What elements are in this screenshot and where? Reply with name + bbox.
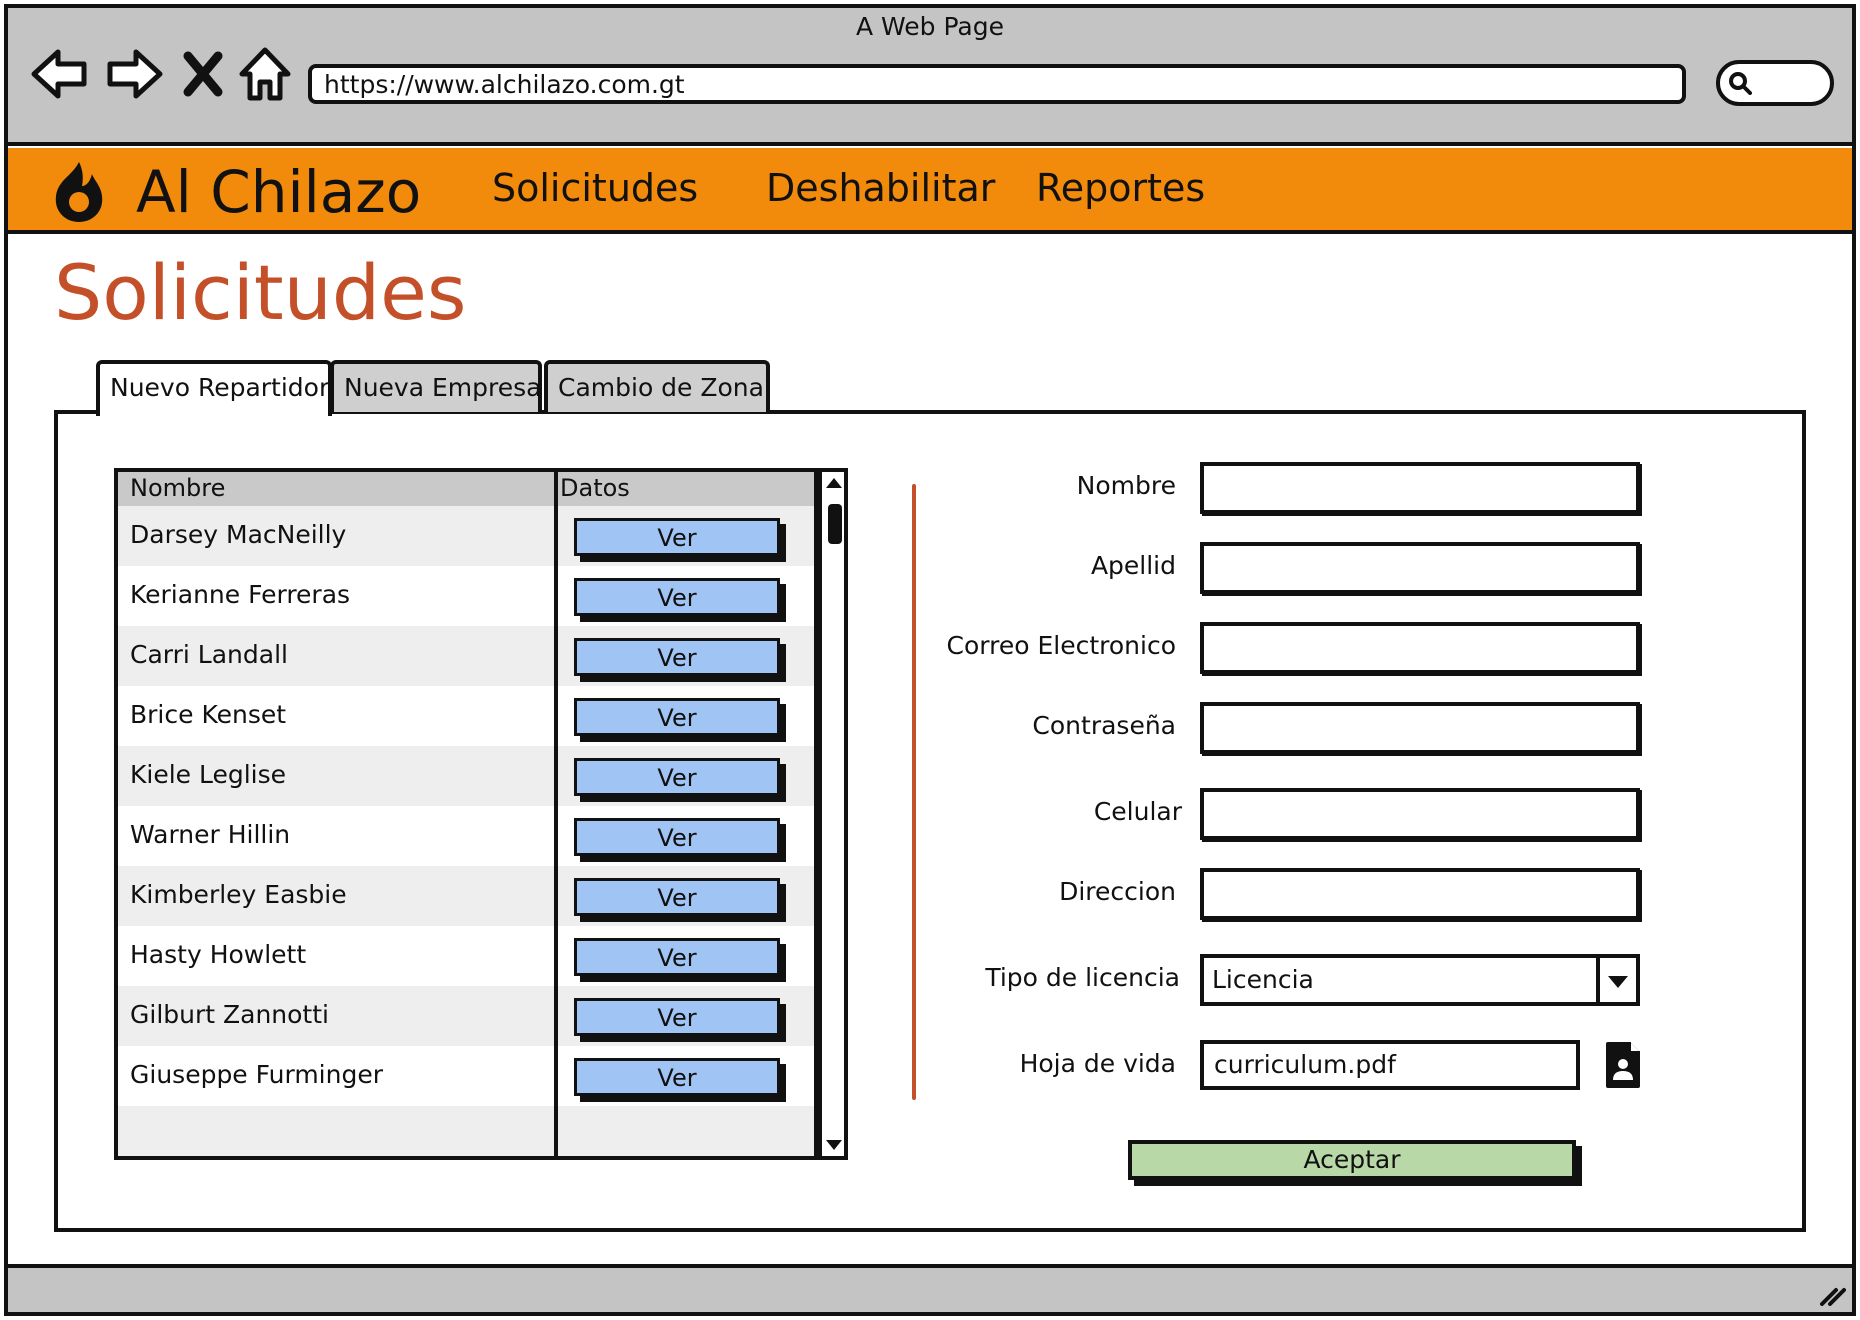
- label-nombre: Nombre: [1076, 471, 1176, 500]
- flame-logo-icon: [55, 162, 103, 222]
- column-header-nombre: Nombre: [130, 474, 226, 502]
- applicant-name: Gilburt Zannotti: [130, 1000, 329, 1029]
- column-divider: [554, 472, 558, 1156]
- browser-status-bar: [8, 1264, 1852, 1312]
- ver-button[interactable]: Ver: [574, 878, 780, 916]
- applicant-name: Hasty Howlett: [130, 940, 307, 969]
- table-header: Nombre Datos: [118, 472, 814, 506]
- tab-nuevo-repartidor[interactable]: Nuevo Repartidor: [96, 360, 332, 416]
- apellido-input[interactable]: [1200, 542, 1640, 594]
- table-row: Brice Kenset Ver: [118, 686, 814, 746]
- nav-link-reportes[interactable]: Reportes: [1036, 160, 1205, 216]
- back-arrow-icon[interactable]: [28, 42, 90, 106]
- table-row: Warner Hillin Ver: [118, 806, 814, 866]
- licencia-selected-value: Licencia: [1212, 965, 1314, 994]
- window-title: A Web Page: [855, 12, 1005, 41]
- aceptar-button[interactable]: Aceptar: [1128, 1140, 1576, 1180]
- chevron-down-icon: [1608, 976, 1628, 988]
- nombre-input[interactable]: [1200, 462, 1640, 514]
- applicant-name: Kerianne Ferreras: [130, 580, 351, 609]
- home-icon[interactable]: [234, 42, 296, 106]
- ver-button[interactable]: Ver: [574, 1058, 780, 1096]
- label-contrasena: Contraseña: [1032, 711, 1176, 740]
- label-celular: Celular: [1093, 797, 1182, 826]
- scroll-down-arrow-icon[interactable]: [826, 1140, 842, 1150]
- celular-input[interactable]: [1200, 788, 1640, 840]
- forward-arrow-icon[interactable]: [104, 42, 166, 106]
- label-correo: Correo Electronico: [946, 631, 1176, 660]
- nav-link-solicitudes[interactable]: Solicitudes: [492, 160, 698, 216]
- dropdown-button[interactable]: [1596, 958, 1636, 1002]
- correo-input[interactable]: [1200, 622, 1640, 674]
- page-title: Solicitudes: [54, 248, 467, 337]
- ver-button[interactable]: Ver: [574, 698, 780, 736]
- table-row: Hasty Howlett Ver: [118, 926, 814, 986]
- licencia-select[interactable]: Licencia: [1200, 954, 1640, 1006]
- contrasena-input[interactable]: [1200, 702, 1640, 754]
- browser-search-box[interactable]: [1716, 60, 1834, 106]
- applicant-name: Carri Landall: [130, 640, 288, 669]
- ver-button[interactable]: Ver: [574, 938, 780, 976]
- ver-button[interactable]: Ver: [574, 578, 780, 616]
- search-icon: [1729, 72, 1752, 95]
- resize-grip-icon[interactable]: [1818, 1282, 1846, 1306]
- label-direccion: Direccion: [1059, 877, 1176, 906]
- ver-button[interactable]: Ver: [574, 638, 780, 676]
- table-row: Kiele Leglise Ver: [118, 746, 814, 806]
- applicant-name: Giuseppe Furminger: [130, 1060, 384, 1089]
- label-tipo-licencia: Tipo de licencia: [985, 963, 1180, 992]
- applicant-name: Warner Hillin: [130, 820, 291, 849]
- table-row: Darsey MacNeilly Ver: [118, 506, 814, 566]
- label-hoja-de-vida: Hoja de vida: [1019, 1049, 1176, 1078]
- ver-button[interactable]: Ver: [574, 758, 780, 796]
- applicant-name: Darsey MacNeilly: [130, 520, 347, 549]
- brand-name: Al Chilazo: [136, 158, 422, 226]
- table-row: Carri Landall Ver: [118, 626, 814, 686]
- scroll-thumb[interactable]: [828, 504, 842, 544]
- cv-file-field[interactable]: curriculum.pdf: [1200, 1040, 1580, 1090]
- applicant-name: Brice Kenset: [130, 700, 287, 729]
- table-row: Kimberley Easbie Ver: [118, 866, 814, 926]
- ver-button[interactable]: Ver: [574, 998, 780, 1036]
- tab-cambio-de-zona[interactable]: Cambio de Zona: [544, 360, 770, 412]
- applicant-name: Kimberley Easbie: [130, 880, 347, 909]
- stop-icon[interactable]: [178, 42, 228, 106]
- direccion-input[interactable]: [1200, 868, 1640, 920]
- applicant-name: Kiele Leglise: [130, 760, 287, 789]
- applicants-table: Nombre Datos Darsey MacNeilly Ver Kerian…: [114, 468, 818, 1160]
- url-bar[interactable]: https://www.alchilazo.com.gt: [308, 64, 1686, 104]
- table-row: Gilburt Zannotti Ver: [118, 986, 814, 1046]
- nav-link-deshabilitar[interactable]: Deshabilitar: [766, 160, 995, 216]
- label-apellido: Apellid: [1090, 551, 1176, 580]
- ver-button[interactable]: Ver: [574, 518, 780, 556]
- tab-nueva-empresa[interactable]: Nueva Empresa: [330, 360, 542, 412]
- table-row: Giuseppe Furminger Ver: [118, 1046, 814, 1106]
- table-empty-row: [118, 1106, 814, 1156]
- ver-button[interactable]: Ver: [574, 818, 780, 856]
- file-user-icon[interactable]: [1604, 1040, 1642, 1090]
- table-row: Kerianne Ferreras Ver: [118, 566, 814, 626]
- column-header-datos: Datos: [560, 474, 630, 502]
